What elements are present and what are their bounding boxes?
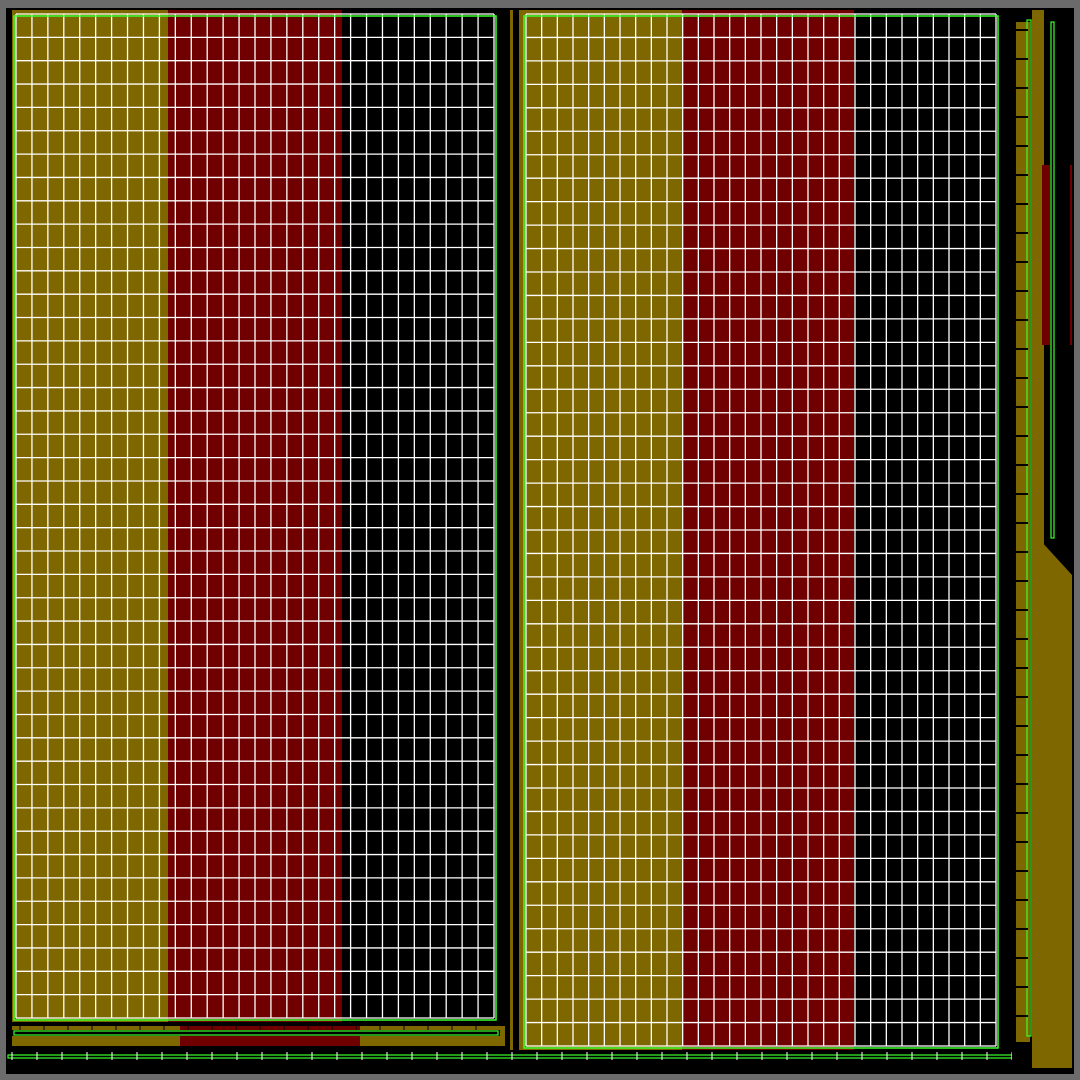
- panel-gap-inner: [513, 10, 519, 1050]
- bottom-band: [6, 1050, 1016, 1062]
- left-panel-stripe-olive: [12, 10, 168, 1022]
- side-strip-black-notch: [1050, 20, 1070, 540]
- texture-canvas: [0, 0, 1080, 1080]
- texture-atlas-svg: [0, 0, 1080, 1080]
- side-strip-tail: [1040, 540, 1072, 1068]
- left-panel-stripe-black: [342, 10, 500, 1022]
